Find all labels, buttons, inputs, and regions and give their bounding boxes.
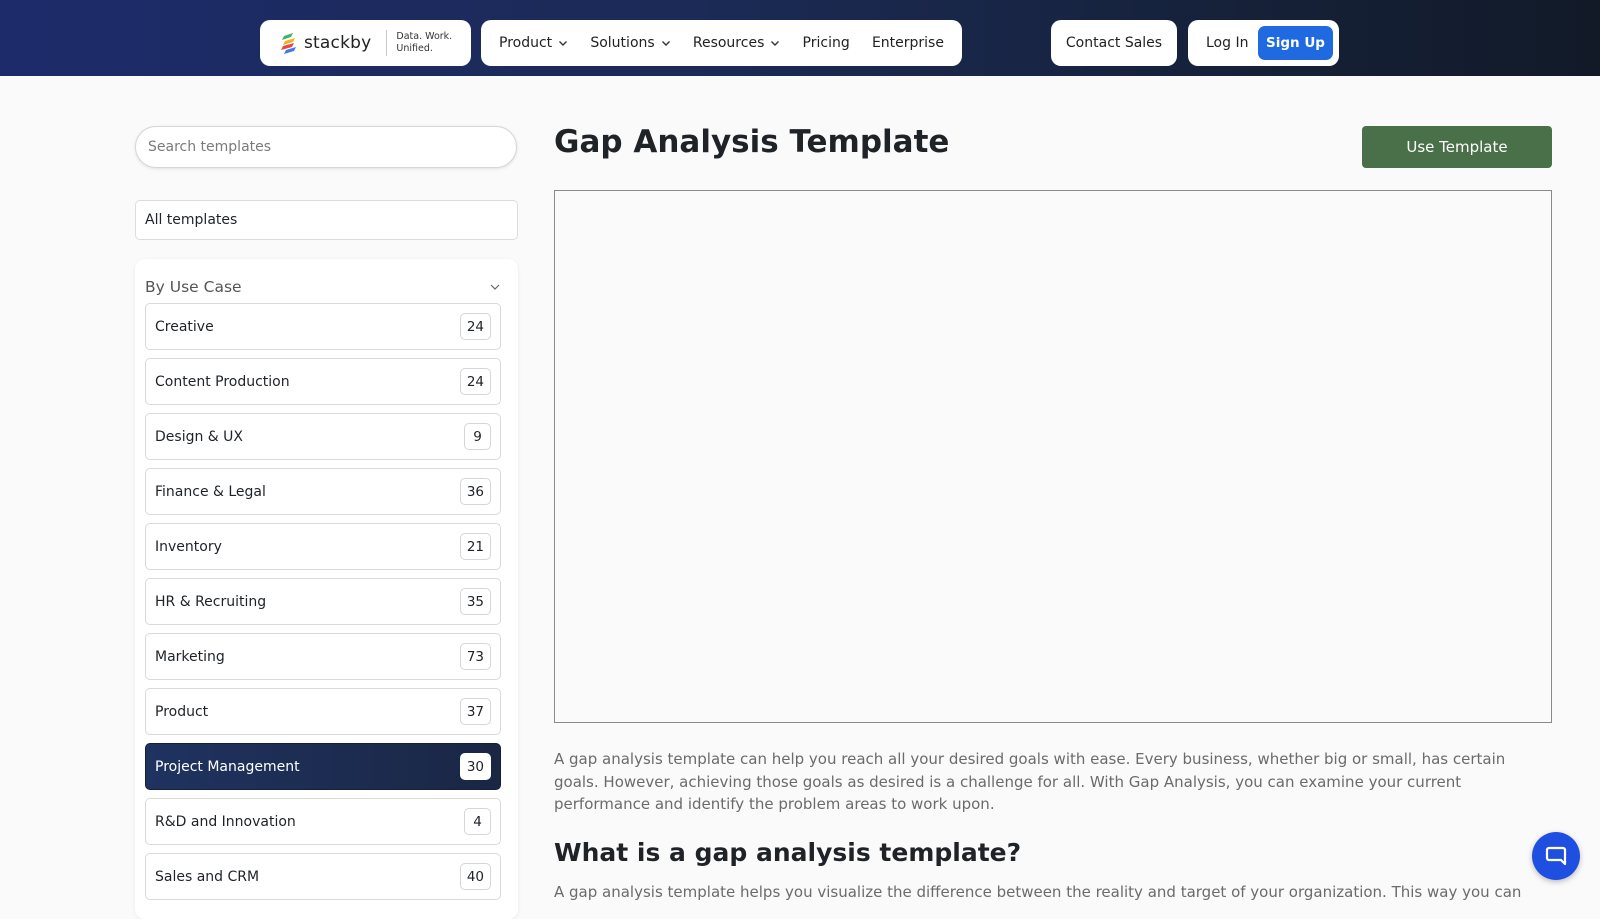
- category-count: 30: [459, 753, 491, 780]
- template-preview-frame[interactable]: [554, 190, 1552, 723]
- template-description: A gap analysis template can help you rea…: [554, 750, 1506, 813]
- logo-divider: [386, 30, 388, 56]
- category-label: Marketing: [155, 648, 225, 665]
- logo-tagline-line2: Unified.: [396, 43, 433, 54]
- logo-tagline: Data. Work. Unified.: [396, 31, 452, 55]
- category-sales-crm[interactable]: Sales and CRM 40: [145, 853, 501, 900]
- category-count: 40: [459, 863, 491, 890]
- nav-pricing[interactable]: Pricing: [803, 35, 850, 51]
- all-templates-button[interactable]: All templates: [135, 200, 518, 240]
- chevron-down-icon: [661, 41, 670, 46]
- use-case-panel: By Use Case Creative 24 Content Producti…: [135, 259, 518, 919]
- log-in-link[interactable]: Log In: [1206, 35, 1248, 51]
- category-label: Design & UX: [155, 428, 243, 445]
- category-creative[interactable]: Creative 24: [145, 303, 501, 350]
- category-list: Creative 24 Content Production 24 Design…: [145, 303, 501, 908]
- category-label: Content Production: [155, 373, 290, 390]
- sign-up-button[interactable]: Sign Up: [1258, 26, 1333, 60]
- category-count: 73: [459, 643, 491, 670]
- chat-button[interactable]: [1532, 832, 1580, 880]
- top-navigation-bar: stackby Data. Work. Unified. Product Sol…: [0, 0, 1600, 76]
- category-project-management[interactable]: Project Management 30: [145, 743, 501, 790]
- contact-sales-button[interactable]: Contact Sales: [1051, 20, 1177, 66]
- nav-solutions[interactable]: Solutions: [590, 35, 670, 51]
- category-count: 37: [459, 698, 491, 725]
- category-label: Inventory: [155, 538, 222, 555]
- nav-solutions-label: Solutions: [590, 35, 655, 51]
- category-count: 35: [459, 588, 491, 615]
- logo-tagline-line1: Data. Work.: [396, 31, 453, 42]
- category-marketing[interactable]: Marketing 73: [145, 633, 501, 680]
- category-count: 4: [464, 808, 491, 835]
- category-count: 24: [459, 368, 491, 395]
- nav-resources[interactable]: Resources: [693, 35, 781, 51]
- use-case-toggle[interactable]: By Use Case: [145, 274, 501, 300]
- category-label: R&D and Innovation: [155, 813, 296, 830]
- use-template-button[interactable]: Use Template: [1362, 126, 1552, 168]
- category-label: Sales and CRM: [155, 868, 260, 885]
- category-finance-legal[interactable]: Finance & Legal 36: [145, 468, 501, 515]
- category-label: HR & Recruiting: [155, 593, 267, 610]
- category-design-ux[interactable]: Design & UX 9: [145, 413, 501, 460]
- category-label: Finance & Legal: [155, 483, 266, 500]
- nav-product[interactable]: Product: [499, 35, 568, 51]
- use-case-title: By Use Case: [145, 278, 242, 296]
- chevron-down-icon: [771, 41, 780, 46]
- logo-pill[interactable]: stackby Data. Work. Unified.: [260, 20, 471, 66]
- auth-pill: Log In Sign Up: [1188, 20, 1339, 66]
- category-count: 24: [459, 313, 491, 340]
- search-input[interactable]: [135, 126, 517, 168]
- category-label: Product: [155, 703, 209, 720]
- category-count: 9: [464, 423, 491, 450]
- page-title: Gap Analysis Template: [554, 124, 950, 160]
- nav-pricing-label: Pricing: [802, 35, 850, 51]
- category-count: 21: [459, 533, 491, 560]
- chevron-down-icon: [559, 41, 568, 46]
- nav-enterprise[interactable]: Enterprise: [872, 35, 944, 51]
- category-label: Creative: [155, 318, 214, 335]
- chevron-down-icon: [490, 284, 500, 290]
- category-content-production[interactable]: Content Production 24: [145, 358, 501, 405]
- category-inventory[interactable]: Inventory 21: [145, 523, 501, 570]
- category-label: Project Management: [155, 758, 300, 775]
- nav-product-label: Product: [499, 35, 553, 51]
- main-nav: Product Solutions Resources Pricing Ente…: [481, 20, 962, 66]
- category-hr-recruiting[interactable]: HR & Recruiting 35: [145, 578, 501, 625]
- chat-icon: [1545, 846, 1567, 866]
- nav-enterprise-label: Enterprise: [871, 35, 944, 51]
- stackby-logo-icon: [281, 33, 296, 54]
- category-product[interactable]: Product 37: [145, 688, 501, 735]
- logo-wordmark: stackby: [304, 33, 372, 53]
- section-heading: What is a gap analysis template?: [554, 838, 1022, 867]
- nav-resources-label: Resources: [692, 35, 765, 51]
- category-rd-innovation[interactable]: R&D and Innovation 4: [145, 798, 501, 845]
- category-count: 36: [459, 478, 491, 505]
